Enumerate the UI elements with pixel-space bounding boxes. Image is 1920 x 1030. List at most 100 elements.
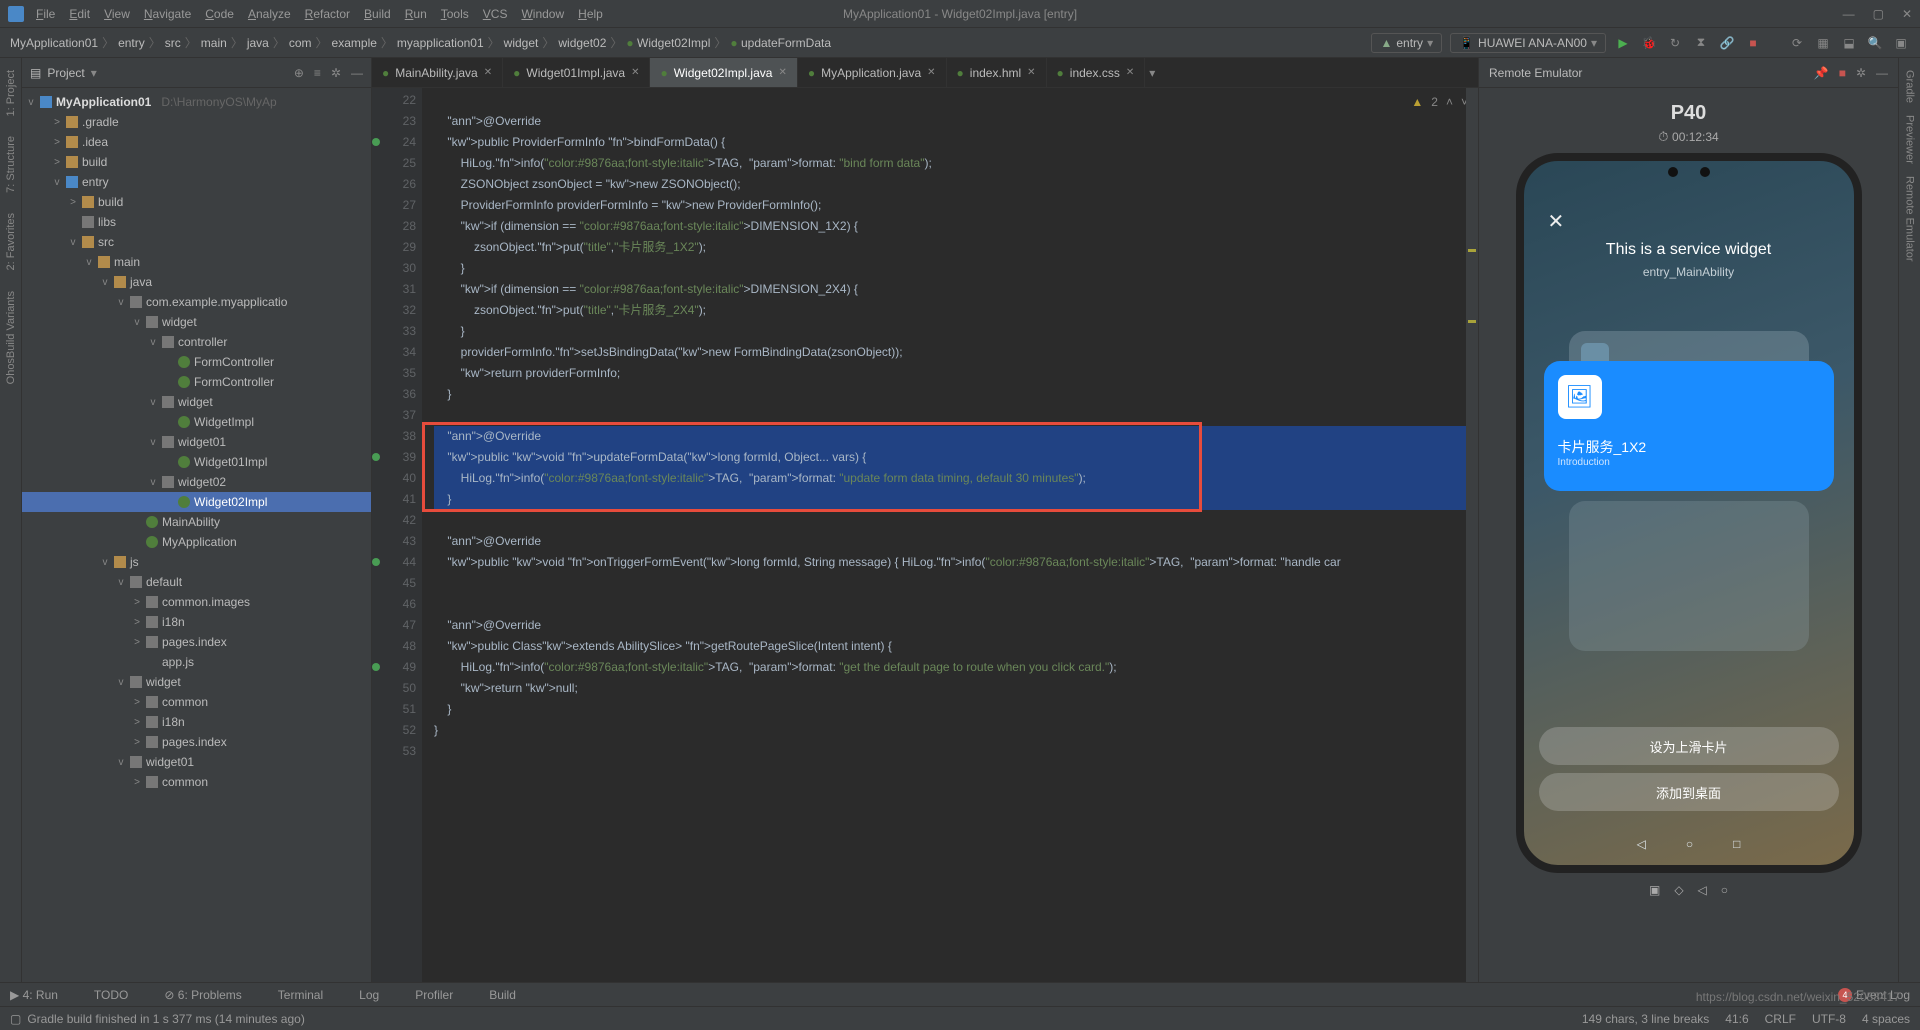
tree-item[interactable]: vwidget01 bbox=[22, 752, 371, 772]
menu-edit[interactable]: Edit bbox=[69, 7, 90, 21]
tree-item[interactable]: >build bbox=[22, 152, 371, 172]
tree-item[interactable]: FormController bbox=[22, 372, 371, 392]
tab-dropdown-icon[interactable]: ▾ bbox=[1149, 66, 1155, 80]
set-swipe-button[interactable]: 设为上滑卡片 bbox=[1539, 727, 1839, 765]
tree-item[interactable]: Widget01Impl bbox=[22, 452, 371, 472]
close-tab-icon[interactable]: ✕ bbox=[631, 67, 639, 78]
coverage-icon[interactable]: ↻ bbox=[1666, 34, 1684, 52]
code-text[interactable]: ▲ 2 ˄ ˅ "ann">@Override "kw">public Prov… bbox=[422, 88, 1478, 982]
emu-back-icon[interactable]: ◁ bbox=[1698, 883, 1707, 897]
status-info[interactable]: 41:6 bbox=[1725, 1012, 1748, 1026]
back-icon[interactable]: ◁ bbox=[1637, 837, 1646, 851]
collapse-icon[interactable]: ≡ bbox=[314, 66, 321, 80]
breadcrumb-item[interactable]: widget02 bbox=[558, 36, 606, 50]
status-icon[interactable]: ▢ bbox=[10, 1012, 21, 1026]
widget-close-icon[interactable]: ✕ bbox=[1548, 209, 1565, 234]
breadcrumb-item[interactable]: entry bbox=[118, 36, 145, 50]
menu-vcs[interactable]: VCS bbox=[483, 7, 508, 21]
tree-item[interactable]: >build bbox=[22, 192, 371, 212]
bottom-tool-terminal[interactable]: Terminal bbox=[278, 988, 323, 1002]
emu-rotate-icon[interactable]: ◇ bbox=[1674, 883, 1683, 897]
tree-item[interactable]: >common.images bbox=[22, 592, 371, 612]
profile-icon[interactable]: ⧗ bbox=[1692, 34, 1710, 52]
menu-window[interactable]: Window bbox=[521, 7, 564, 21]
breadcrumb-item[interactable]: ● Widget02Impl bbox=[626, 36, 710, 50]
editor-tab[interactable]: ●index.css✕ bbox=[1047, 58, 1146, 87]
close-icon[interactable]: ✕ bbox=[1902, 7, 1912, 21]
tree-item[interactable]: vmain bbox=[22, 252, 371, 272]
menu-refactor[interactable]: Refactor bbox=[305, 7, 350, 21]
tree-item[interactable]: >pages.index bbox=[22, 632, 371, 652]
run-icon[interactable]: ▶ bbox=[1614, 34, 1632, 52]
debug-icon[interactable]: 🐞 bbox=[1640, 34, 1658, 52]
tree-item[interactable]: MainAbility bbox=[22, 512, 371, 532]
close-tab-icon[interactable]: ✕ bbox=[1126, 67, 1134, 78]
menu-file[interactable]: File bbox=[36, 7, 55, 21]
menu-build[interactable]: Build bbox=[364, 7, 391, 21]
editor-tab[interactable]: ●MainAbility.java✕ bbox=[372, 58, 503, 87]
menu-tools[interactable]: Tools bbox=[441, 7, 469, 21]
tree-item[interactable]: vwidget bbox=[22, 392, 371, 412]
tree-item[interactable]: >pages.index bbox=[22, 732, 371, 752]
tree-item[interactable]: vjs bbox=[22, 552, 371, 572]
error-stripe[interactable] bbox=[1466, 88, 1478, 982]
tree-item[interactable]: Widget02Impl bbox=[22, 492, 371, 512]
favorites-tool-button[interactable]: 2: Favorites bbox=[5, 207, 17, 276]
expand-up-icon[interactable]: ˄ bbox=[1446, 92, 1453, 113]
tree-item[interactable]: vwidget bbox=[22, 312, 371, 332]
panel-icon[interactable]: ▣ bbox=[1892, 34, 1910, 52]
bottom-tool-profiler[interactable]: Profiler bbox=[415, 988, 453, 1002]
emu-hide-icon[interactable]: — bbox=[1876, 66, 1888, 80]
breadcrumb-item[interactable]: com bbox=[289, 36, 312, 50]
build-variants-tool-button[interactable]: OhosBuild Variants bbox=[5, 285, 17, 390]
code-editor[interactable]: 2223242526272829303132333435363738394041… bbox=[372, 88, 1478, 982]
project-tool-button[interactable]: 1: Project bbox=[5, 64, 17, 122]
close-tab-icon[interactable]: ✕ bbox=[778, 67, 786, 78]
menu-code[interactable]: Code bbox=[205, 7, 234, 21]
tree-item[interactable]: vcontroller bbox=[22, 332, 371, 352]
breadcrumb-item[interactable]: example bbox=[332, 36, 377, 50]
tree-item[interactable]: vwidget bbox=[22, 672, 371, 692]
bottom-tool-6problems[interactable]: ⊘ 6: Problems bbox=[164, 988, 241, 1002]
add-desktop-button[interactable]: 添加到桌面 bbox=[1539, 773, 1839, 811]
warning-icon[interactable]: ▲ bbox=[1411, 92, 1423, 113]
run-config-selector[interactable]: ▲entry ▾ bbox=[1371, 33, 1442, 53]
breadcrumb-item[interactable]: main bbox=[201, 36, 227, 50]
menu-navigate[interactable]: Navigate bbox=[144, 7, 191, 21]
menu-view[interactable]: View bbox=[104, 7, 130, 21]
breadcrumb-item[interactable]: widget bbox=[504, 36, 539, 50]
previewer-tool-button[interactable]: Previewer bbox=[1904, 109, 1916, 170]
status-info[interactable]: 4 spaces bbox=[1862, 1012, 1910, 1026]
maximize-icon[interactable]: ▢ bbox=[1873, 7, 1884, 21]
stop-icon[interactable]: ■ bbox=[1744, 34, 1762, 52]
close-tab-icon[interactable]: ✕ bbox=[484, 67, 492, 78]
tree-root[interactable]: vMyApplication01D:\HarmonyOS\MyAp bbox=[22, 92, 371, 112]
search-icon[interactable]: 🔍 bbox=[1866, 34, 1884, 52]
tree-item[interactable]: vwidget02 bbox=[22, 472, 371, 492]
sdk-icon[interactable]: ⬓ bbox=[1840, 34, 1858, 52]
tree-item[interactable]: vwidget01 bbox=[22, 432, 371, 452]
locate-icon[interactable]: ⊕ bbox=[294, 66, 304, 80]
sync-icon[interactable]: ⟳ bbox=[1788, 34, 1806, 52]
tree-item[interactable]: WidgetImpl bbox=[22, 412, 371, 432]
editor-tab[interactable]: ●MyApplication.java✕ bbox=[798, 58, 947, 87]
status-info[interactable]: 149 chars, 3 line breaks bbox=[1582, 1012, 1709, 1026]
menu-run[interactable]: Run bbox=[405, 7, 427, 21]
tree-item[interactable]: ventry bbox=[22, 172, 371, 192]
tree-item[interactable]: vsrc bbox=[22, 232, 371, 252]
breadcrumb-item[interactable]: MyApplication01 bbox=[10, 36, 98, 50]
tree-item[interactable]: vjava bbox=[22, 272, 371, 292]
breadcrumb-item[interactable]: src bbox=[165, 36, 181, 50]
tree-item[interactable]: vdefault bbox=[22, 572, 371, 592]
recent-icon[interactable]: □ bbox=[1733, 837, 1740, 851]
menu-analyze[interactable]: Analyze bbox=[248, 7, 291, 21]
attach-icon[interactable]: 🔗 bbox=[1718, 34, 1736, 52]
tree-item[interactable]: FormController bbox=[22, 352, 371, 372]
bottom-tool-build[interactable]: Build bbox=[489, 988, 516, 1002]
emu-stop-icon[interactable]: ■ bbox=[1839, 66, 1846, 80]
close-tab-icon[interactable]: ✕ bbox=[1027, 67, 1035, 78]
tree-item[interactable]: MyApplication bbox=[22, 532, 371, 552]
close-tab-icon[interactable]: ✕ bbox=[927, 67, 935, 78]
phone-frame[interactable]: ✕ This is a service widget entry_MainAbi… bbox=[1516, 153, 1862, 873]
tree-item[interactable]: >common bbox=[22, 772, 371, 792]
